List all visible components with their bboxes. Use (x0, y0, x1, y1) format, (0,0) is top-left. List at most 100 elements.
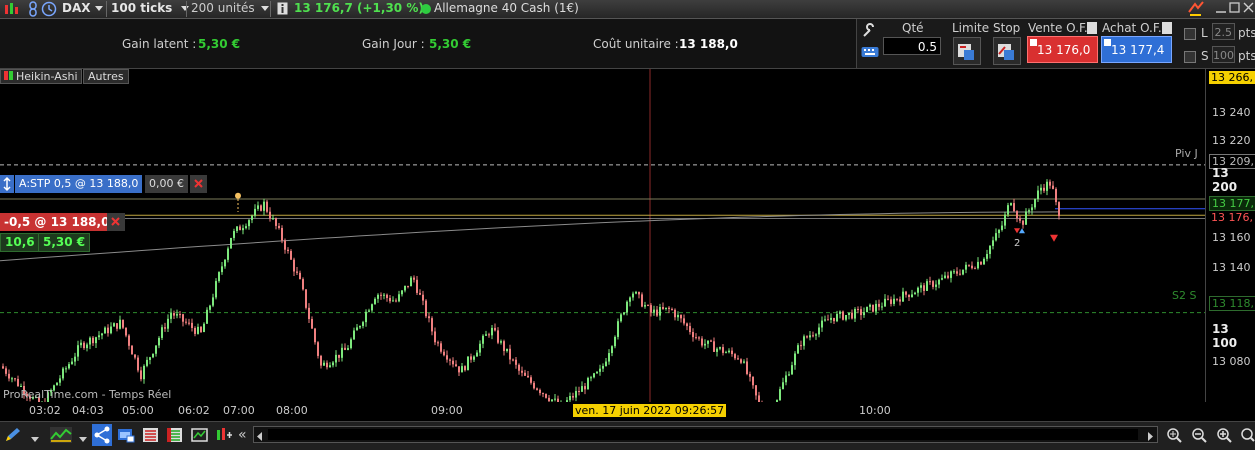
list-icon[interactable] (142, 427, 160, 443)
candle-up (866, 306, 868, 313)
instrument-selector[interactable]: DAX (62, 0, 103, 18)
chart-style-tab[interactable]: Heikin-Ashi (0, 69, 82, 84)
orders-list-icon[interactable] (166, 427, 184, 443)
sell-market-button[interactable]: 13 176,0 (1027, 36, 1098, 63)
wrench-icon[interactable] (861, 23, 877, 39)
stop-order-close-icon[interactable] (190, 175, 207, 193)
chevron-down-icon (260, 6, 269, 11)
s-checkbox[interactable] (1184, 51, 1196, 63)
units-selector[interactable]: 200 unités (191, 0, 269, 18)
candle-up (104, 327, 106, 334)
candle-up (554, 398, 556, 400)
sell-info-icon[interactable] (1087, 22, 1097, 34)
candle-up (944, 275, 946, 279)
trade-count: 2 (1014, 238, 1021, 249)
maximize-icon[interactable] (1228, 1, 1242, 15)
candle-down (857, 308, 859, 310)
minimize-icon[interactable] (1214, 1, 1228, 15)
candle-down (698, 337, 700, 339)
candle-down (338, 354, 340, 358)
candle-up (467, 356, 469, 371)
candle-down (1016, 211, 1018, 219)
candle-down (974, 268, 976, 270)
s-points-input[interactable]: 100 (1212, 46, 1235, 63)
candle-up (743, 361, 745, 363)
market-status-dot (421, 4, 431, 14)
pencil-icon[interactable] (4, 427, 22, 443)
price-chart[interactable]: Heikin-Ashi Autres A:STP 0,5 @ 13 188,0 … (0, 69, 1205, 402)
stop-order-button[interactable] (993, 37, 1021, 65)
close-icon[interactable] (1242, 1, 1255, 15)
limit-order-button[interactable] (953, 37, 981, 65)
trade-arrows-icon[interactable] (1186, 0, 1206, 18)
zoom-reset-icon[interactable] (1240, 427, 1255, 443)
candle-down (533, 382, 535, 389)
candle-down (131, 345, 133, 355)
candle-down (905, 291, 907, 295)
price-label: 13 140 (1212, 261, 1251, 274)
l-points-input[interactable]: 2.5 (1212, 23, 1235, 40)
zoom-out-icon[interactable] (1190, 427, 1210, 443)
candle-up (605, 361, 607, 367)
candle-down (833, 317, 835, 322)
buy-info-icon[interactable] (1162, 22, 1172, 34)
zoom-fit-icon[interactable] (1165, 427, 1185, 443)
window-icon[interactable] (117, 427, 135, 443)
candle-down (260, 205, 262, 211)
candle-down (701, 338, 703, 346)
candle-up (473, 356, 475, 360)
scroll-right-icon[interactable] (1146, 430, 1154, 441)
horizontal-scrollbar[interactable] (253, 426, 1158, 443)
candle-up (629, 297, 631, 302)
chart-canvas[interactable] (0, 69, 1205, 402)
position-close-icon[interactable] (107, 213, 125, 231)
candle-down (281, 227, 283, 241)
candle-down (890, 299, 892, 304)
time-label: 07:00 (223, 404, 255, 417)
zoom-in-icon[interactable] (1215, 427, 1235, 443)
candle-up (101, 333, 103, 336)
quantity-field[interactable]: 0.5 (883, 37, 941, 55)
candle-down (386, 294, 388, 298)
keyboard-icon[interactable] (861, 45, 879, 59)
candle-up (788, 374, 790, 376)
scroll-left-icon[interactable] (256, 430, 264, 441)
candle-up (152, 353, 154, 358)
candle-down (455, 364, 457, 367)
others-tab[interactable]: Autres (83, 69, 129, 84)
time-axis[interactable]: 03:02 04:03 05:00 06:02 07:00 08:00 09:0… (0, 402, 1205, 420)
chevron-down-icon[interactable] (79, 432, 87, 442)
link-chain-icon[interactable] (27, 1, 39, 17)
candle-up (998, 229, 1000, 234)
drag-handle-icon[interactable] (0, 175, 14, 193)
candle-down (239, 226, 241, 231)
chevron-down-icon[interactable] (31, 432, 39, 442)
candle-up (614, 336, 616, 347)
portfolio-icon[interactable] (191, 427, 209, 443)
l-checkbox[interactable] (1184, 28, 1196, 40)
unit-cost-value: 13 188,0 (679, 37, 738, 51)
info-icon[interactable] (277, 2, 288, 15)
candle-down (182, 314, 184, 322)
alert-icon[interactable] (215, 427, 233, 443)
candle-down (650, 305, 652, 313)
scroll-thumb[interactable] (268, 429, 1138, 440)
candle-up (245, 226, 247, 229)
indicator-icon[interactable] (50, 427, 72, 443)
candle-up (146, 359, 148, 366)
candle-up (89, 337, 91, 345)
candle-up (251, 215, 253, 221)
candle-up (482, 335, 484, 344)
share-icon[interactable] (92, 424, 112, 446)
price-axis[interactable]: 13 266, 13 240 13 220 13 209, 13 200 13 … (1205, 69, 1255, 402)
clock-icon[interactable] (41, 1, 57, 17)
candle-up (962, 269, 964, 275)
candle-down (437, 342, 439, 344)
double-chevron-left-icon[interactable]: « (238, 428, 250, 442)
buy-market-button[interactable]: 13 177,4 (1101, 36, 1172, 63)
period-selector[interactable]: 100 ticks (111, 0, 190, 18)
day-gain-label: Gain Jour : (362, 37, 425, 51)
chart-type-icon[interactable] (3, 1, 19, 17)
candle-up (224, 259, 226, 267)
candle-up (353, 330, 355, 340)
